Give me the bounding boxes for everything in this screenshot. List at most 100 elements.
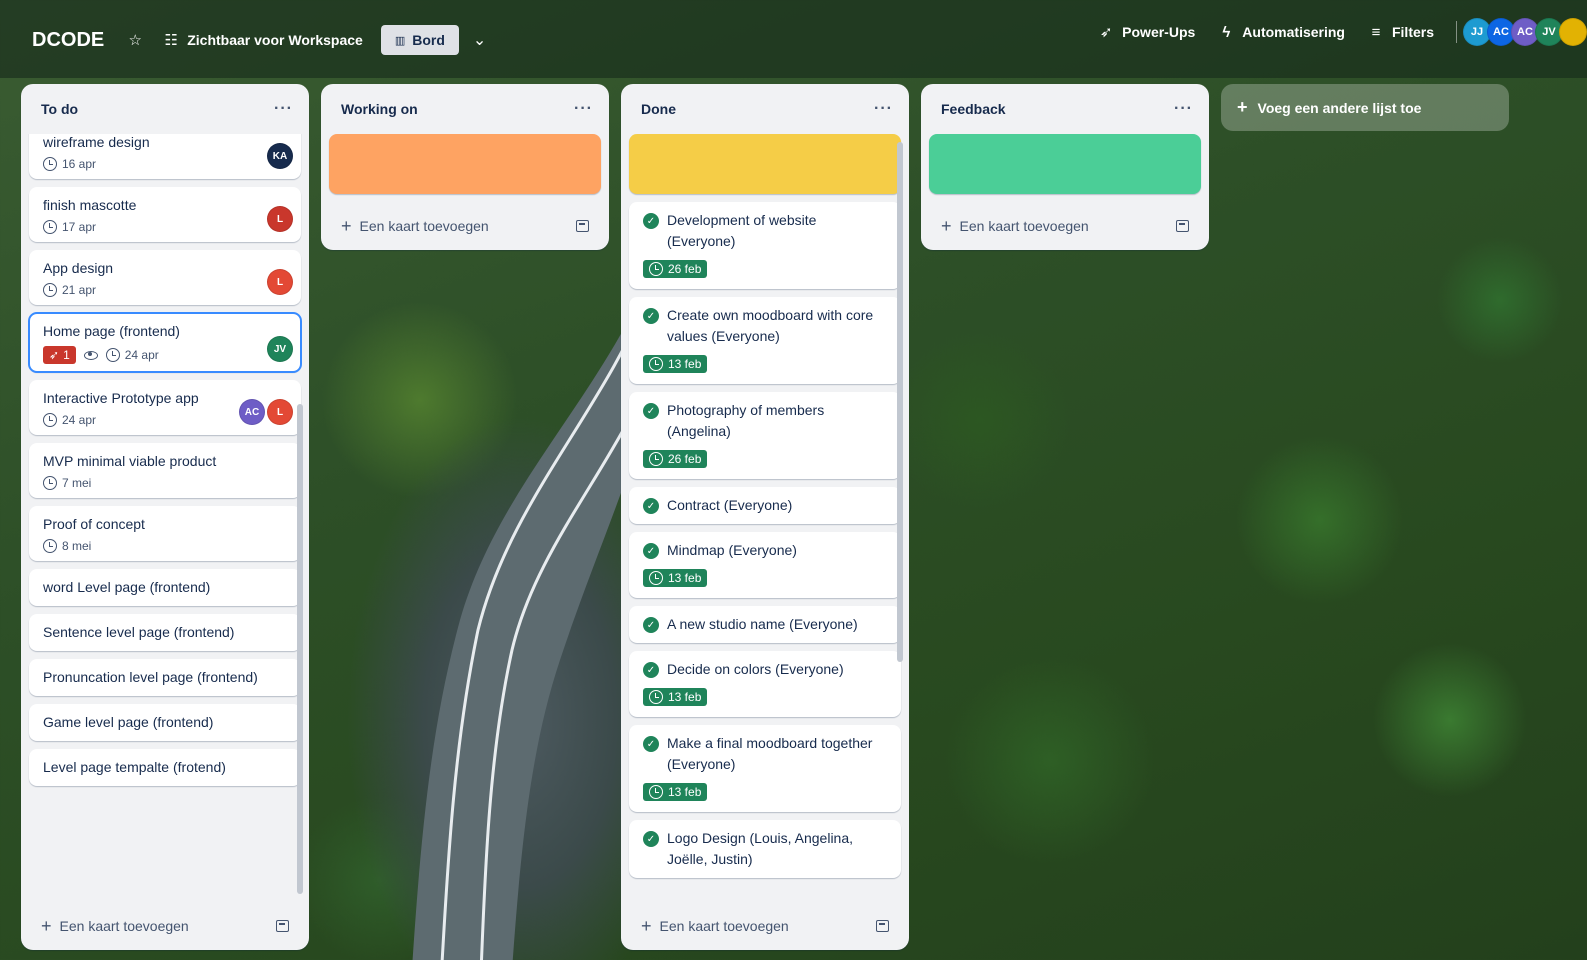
card[interactable]: ✓ A new studio name (Everyone) [629, 606, 901, 643]
card-badges: 16 apr [43, 157, 287, 171]
add-card-button[interactable]: + Een kaart toevoegen [21, 902, 309, 950]
member-avatar[interactable]: L [267, 206, 293, 232]
add-card-button[interactable]: + Een kaart toevoegen [921, 202, 1209, 250]
due-date-badge[interactable]: 24 apr [43, 413, 96, 427]
check-circle-icon: ✓ [643, 543, 659, 559]
filter-icon: ≡ [1371, 23, 1381, 41]
check-circle-icon: ✓ [643, 662, 659, 678]
view-label: Bord [412, 32, 445, 48]
member-avatar[interactable]: KA [267, 143, 293, 169]
clock-icon [649, 357, 663, 371]
visibility-button[interactable]: ☷ Zichtbaar voor Workspace [162, 31, 363, 49]
due-date: 13 feb [668, 357, 702, 371]
filters-button[interactable]: ≡ Filters [1367, 23, 1434, 41]
notification-badge: ➶ 1 [43, 346, 76, 364]
card[interactable]: Game level page (frontend) [29, 704, 301, 741]
more-icon[interactable]: ··· [874, 100, 893, 118]
card[interactable]: Sentence level page (frontend) [29, 614, 301, 651]
card-badges: 8 mei [43, 539, 287, 553]
card[interactable]: Proof of concept 8 mei [29, 506, 301, 561]
card-row: ✓ Make a final moodboard together (Everyo… [643, 733, 887, 775]
card[interactable]: ✓ Development of website (Everyone) 26 feb [629, 202, 901, 289]
card[interactable]: Home page (frontend) ➶ 1 24 apr JV [28, 312, 302, 373]
card-title: Make a final moodboard together (Everyon… [667, 735, 873, 772]
due-date-badge[interactable]: 21 apr [43, 283, 96, 297]
add-card-label: Een kaart toevoegen [359, 217, 489, 234]
card-title: Home page (frontend) [43, 323, 180, 339]
view-switcher-button[interactable]: ▥ Bord [380, 25, 459, 55]
color-cover-card[interactable] [329, 134, 601, 194]
more-icon[interactable]: ··· [1174, 100, 1193, 118]
board-title[interactable]: DCODE [32, 29, 104, 52]
color-cover-card[interactable] [629, 134, 901, 194]
list-title[interactable]: Feedback [941, 101, 1006, 117]
template-icon[interactable] [276, 920, 289, 932]
card[interactable]: finish mascotte 17 apr L [29, 187, 301, 242]
card-members: L [267, 206, 293, 232]
card-members: JV [267, 336, 293, 362]
member-avatar[interactable] [1559, 18, 1587, 46]
add-list-button[interactable]: + Voeg een andere lijst toe [1221, 84, 1509, 131]
more-icon[interactable]: ··· [574, 100, 593, 118]
due-date-badge[interactable]: 13 feb [643, 783, 708, 801]
add-card-button[interactable]: + Een kaart toevoegen [621, 902, 909, 950]
list-title[interactable]: To do [41, 101, 78, 117]
rocket-icon: ➶ [1099, 24, 1113, 41]
list-title[interactable]: Done [641, 101, 676, 117]
color-cover-card[interactable] [929, 134, 1201, 194]
template-icon[interactable] [876, 920, 889, 932]
due-date-badge[interactable]: 13 feb [643, 569, 708, 587]
due-date-badge[interactable]: 16 apr [43, 157, 96, 171]
card[interactable]: Pronuncation level page (frontend) [29, 659, 301, 696]
card-title: finish mascotte [43, 197, 137, 213]
card-row: ✓ Create own moodboard with core values (… [643, 305, 887, 347]
card-title: Create own moodboard with core values (E… [667, 307, 874, 344]
card[interactable]: Interactive Prototype app 24 apr AC L [29, 380, 301, 435]
add-card-button[interactable]: + Een kaart toevoegen [321, 202, 609, 250]
due-date-badge[interactable]: 13 feb [643, 355, 708, 373]
chevron-down-icon[interactable]: ⌄ [473, 30, 486, 50]
card[interactable]: Level page tempalte (frotend) [29, 749, 301, 786]
due-date-badge[interactable]: 24 apr [105, 348, 159, 362]
clock-icon [649, 690, 663, 704]
card[interactable]: ✓ Decide on colors (Everyone) 13 feb [629, 651, 901, 717]
due-date: 17 apr [62, 220, 97, 234]
card-title: Logo Design (Louis, Angelina, Joëlle, Ju… [667, 830, 854, 867]
member-avatar[interactable]: JV [267, 336, 293, 362]
template-icon[interactable] [1176, 220, 1189, 232]
member-avatar[interactable]: L [267, 399, 293, 425]
due-date-badge[interactable]: 26 feb [643, 450, 708, 468]
star-button[interactable]: ☆ [126, 31, 144, 49]
scrollbar[interactable] [297, 404, 303, 894]
card[interactable]: ✓ Mindmap (Everyone) 13 feb [629, 532, 901, 598]
card[interactable]: ✓ Make a final moodboard together (Everyo… [629, 725, 901, 812]
scrollbar[interactable] [897, 142, 903, 662]
automation-button[interactable]: ϟ Automatisering [1217, 23, 1345, 41]
card[interactable]: ✓ Logo Design (Louis, Angelina, Joëlle, J… [629, 820, 901, 878]
template-icon[interactable] [576, 220, 589, 232]
more-icon[interactable]: ··· [274, 100, 293, 118]
card[interactable]: wireframe design 16 apr KA [29, 134, 301, 179]
due-date-badge[interactable]: 8 mei [43, 539, 91, 553]
card[interactable]: App design 21 apr L [29, 250, 301, 305]
check-circle-icon: ✓ [643, 403, 659, 419]
card[interactable]: ✓ Photography of members (Angelina) 26 feb [629, 392, 901, 479]
plus-icon: + [341, 215, 352, 236]
due-date-badge[interactable]: 26 feb [643, 260, 708, 278]
card[interactable]: ✓ Contract (Everyone) [629, 487, 901, 524]
member-avatar[interactable]: L [267, 269, 293, 295]
card[interactable]: ✓ Create own moodboard with core values (… [629, 297, 901, 384]
card-title: wireframe design [43, 134, 150, 150]
clock-icon [43, 157, 57, 171]
member-avatar[interactable]: AC [239, 399, 265, 425]
list-title[interactable]: Working on [341, 101, 418, 117]
card-title: Decide on colors (Everyone) [667, 661, 844, 677]
automation-label: Automatisering [1242, 24, 1345, 40]
due-date-badge[interactable]: 13 feb [643, 688, 708, 706]
card-row: ✓ Logo Design (Louis, Angelina, Joëlle, J… [643, 828, 887, 870]
due-date-badge[interactable]: 7 mei [43, 476, 91, 490]
due-date-badge[interactable]: 17 apr [43, 220, 96, 234]
card[interactable]: MVP minimal viable product 7 mei [29, 443, 301, 498]
powerups-button[interactable]: ➶ Power-Ups [1097, 23, 1195, 41]
card[interactable]: word Level page (frontend) [29, 569, 301, 606]
